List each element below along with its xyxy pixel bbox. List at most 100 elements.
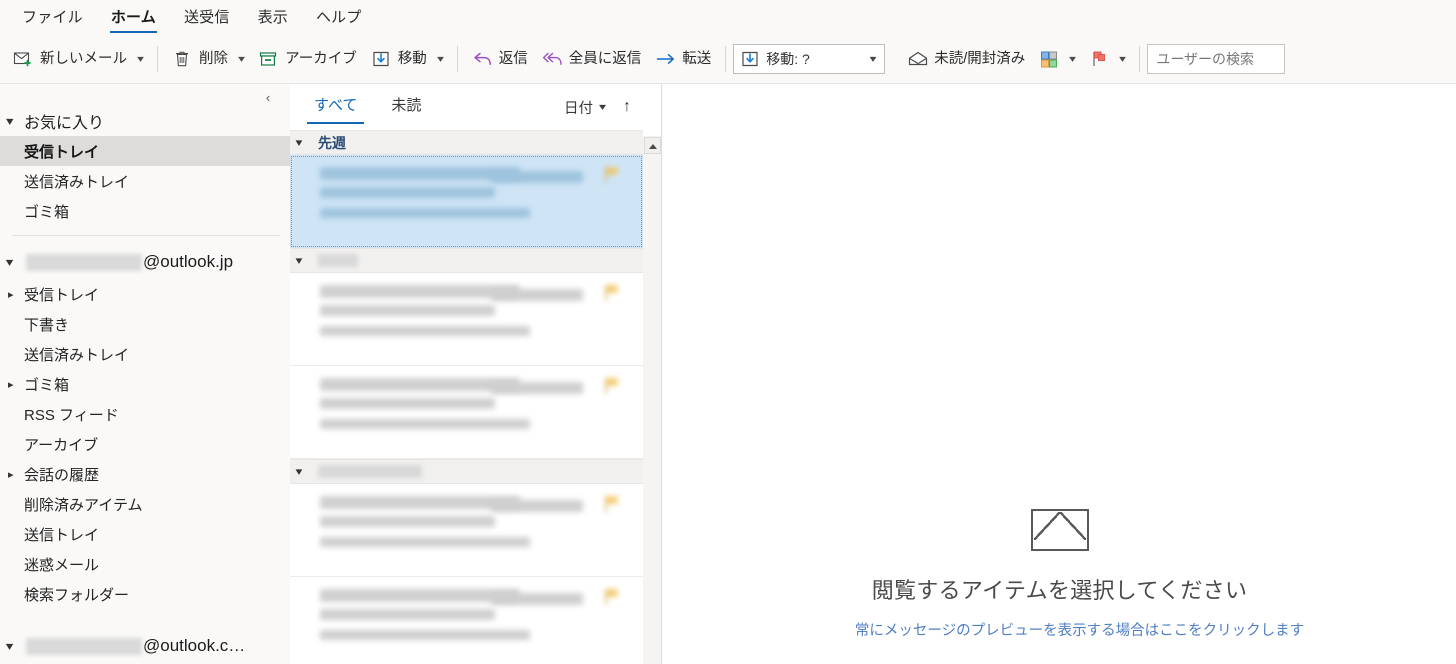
sidebar-item-favorites-trash[interactable]: ゴミ箱 [0,196,290,226]
sort-direction-button[interactable]: ↑ [623,98,631,116]
delete-label: 削除 [199,50,229,67]
message-date [491,289,583,301]
delete-button[interactable]: 削除 ▾ [165,42,251,76]
chevron-down-icon[interactable]: ▾ [858,54,888,65]
sidebar-item-label: 下書き [24,316,70,334]
chevron-down-icon: ▾ [5,639,14,653]
sidebar-item-label: ゴミ箱 [24,376,70,394]
chevron-down-icon: ▾ [5,255,14,269]
scroll-up-arrow-icon[interactable] [643,137,661,154]
sidebar-item-label: 削除済みアイテム [24,496,143,514]
always-preview-link[interactable]: 常にメッセージのプレビューを表示する場合はここをクリックします [703,619,1456,640]
sidebar-item-deleted-items[interactable]: 削除済みアイテム [0,489,290,519]
chevron-right-icon[interactable]: ▸ [8,378,24,391]
sort-by-label: 日付 [563,100,593,117]
message-list-item[interactable] [290,366,643,459]
sidebar-item-label: 迷惑メール [24,556,100,574]
forward-arrow-icon [655,49,675,69]
redacted-account-name [26,637,142,655]
sidebar-item-conversation-history[interactable]: ▸ 会話の履歴 [0,459,290,489]
archive-icon [258,49,278,69]
envelope-icon [1030,509,1089,551]
reading-pane-empty-title: 閲覧するアイテムを選択してください [871,578,1248,603]
flag-icon[interactable] [603,587,621,607]
sidebar-item-favorites-inbox[interactable]: 受信トレイ [0,136,290,166]
message-group-header[interactable]: ▾ [290,248,643,273]
chevron-right-icon[interactable]: ▸ [8,468,24,481]
folder-sidebar: ‹ ▾ お気に入り 受信トレイ 送信済みトレイ ゴミ箱 ▾ @outlook.j… [0,84,290,664]
categorize-button[interactable]: ▾ [1032,42,1082,76]
filter-tab-unread[interactable]: 未読 [387,90,425,125]
quick-move-value: 移動: ? [766,51,810,67]
sidebar-account-outlook-jp[interactable]: ▾ @outlook.jp [0,245,290,279]
sidebar-item-favorites-sent[interactable]: 送信済みトレイ [0,166,290,196]
reply-all-label: 全員に返信 [568,50,642,67]
message-list-scrollbar[interactable] [642,136,661,664]
unread-read-label: 未読/開封済み [934,50,1026,67]
ribbon-tab-file[interactable]: ファイル [8,0,97,35]
chevron-down-icon: ▾ [295,255,303,267]
unread-read-button[interactable]: 未読/開封済み [900,42,1032,76]
archive-button[interactable]: アーカイブ [251,42,364,76]
outlook-window: ファイル ホーム 送受信 表示 ヘルプ 新しいメール ▾ 削除 ▾ アーカイブ … [0,0,1456,664]
open-envelope-icon [907,49,928,69]
sidebar-item-label: 送信トレイ [24,526,100,544]
forward-button[interactable]: 転送 [648,42,718,76]
collapse-sidebar-button[interactable]: ‹ [258,88,278,108]
message-group-header[interactable]: ▾ 先週 [290,130,643,155]
chevron-down-icon[interactable]: ▾ [1069,54,1076,65]
move-button[interactable]: 移動 ▾ [364,42,450,76]
home-toolbar: 新しいメール ▾ 削除 ▾ アーカイブ 移動 ▾ 返信 全員に返信 転送 移動:… [0,35,1456,84]
message-list-item[interactable] [290,273,643,366]
quick-move-combobox[interactable]: 移動: ? ▾ [733,44,888,74]
sidebar-group-favorites[interactable]: ▾ お気に入り [0,106,290,136]
sidebar-item-junk[interactable]: 迷惑メール [0,549,290,579]
message-list-item[interactable] [290,577,643,664]
sidebar-account-outlook-com[interactable]: ▾ @outlook.c… [0,629,290,663]
flag-button[interactable]: ▾ [1082,42,1132,76]
reply-button[interactable]: 返信 [465,42,535,76]
flag-icon[interactable] [603,283,621,303]
sidebar-item-drafts[interactable]: 下書き [0,309,290,339]
sidebar-item-label: 検索フォルダー [24,586,130,604]
message-list-item[interactable] [290,484,643,577]
reply-label: 返信 [498,50,528,67]
sidebar-divider [12,235,280,236]
message-date [491,593,583,605]
message-list-header: すべて 未読 日付 ▾ ↑ [290,84,661,130]
search-input[interactable]: ユーザーの検索 [1147,44,1286,74]
sidebar-item-trash[interactable]: ▸ ゴミ箱 [0,369,290,399]
ribbon-tab-send-receive[interactable]: 送受信 [170,0,244,35]
sidebar-item-inbox[interactable]: ▸ 受信トレイ [0,279,290,309]
sidebar-item-search-folders[interactable]: 検索フォルダー [0,579,290,609]
flag-icon[interactable] [603,165,621,185]
ribbon-tab-view[interactable]: 表示 [244,0,302,35]
sidebar-item-label: RSS フィード [24,406,119,424]
sidebar-item-label: ゴミ箱 [24,203,70,221]
reply-all-button[interactable]: 全員に返信 [535,42,649,76]
chevron-down-icon[interactable]: ▾ [137,54,144,65]
flag-icon[interactable] [603,494,621,514]
sidebar-group-favorites-label: お気に入り [24,115,105,132]
ribbon-tab-home[interactable]: ホーム [97,0,170,35]
toolbar-divider [456,46,458,72]
chevron-down-icon[interactable]: ▾ [1119,54,1126,65]
message-group-label: 先週 [318,134,346,151]
sort-by-button[interactable]: 日付 ▾ [563,97,606,118]
sidebar-item-rss-feeds[interactable]: RSS フィード [0,399,290,429]
chevron-down-icon[interactable]: ▾ [437,54,444,65]
chevron-right-icon[interactable]: ▸ [8,288,24,301]
ribbon-tab-help[interactable]: ヘルプ [302,0,376,35]
filter-tab-all[interactable]: すべて [306,90,365,125]
sidebar-item-label: 受信トレイ [24,143,100,161]
sidebar-item-outbox[interactable]: 送信トレイ [0,519,290,549]
message-list-item[interactable] [290,155,643,248]
new-mail-button[interactable]: 新しいメール ▾ [6,42,150,76]
sidebar-item-sent[interactable]: 送信済みトレイ [0,339,290,369]
trash-icon [172,49,192,69]
flag-icon[interactable] [603,376,621,396]
chevron-down-icon[interactable]: ▾ [238,54,245,65]
sidebar-item-archive[interactable]: アーカイブ [0,429,290,459]
message-date [491,500,583,512]
message-group-header[interactable]: ▾ [290,459,643,484]
